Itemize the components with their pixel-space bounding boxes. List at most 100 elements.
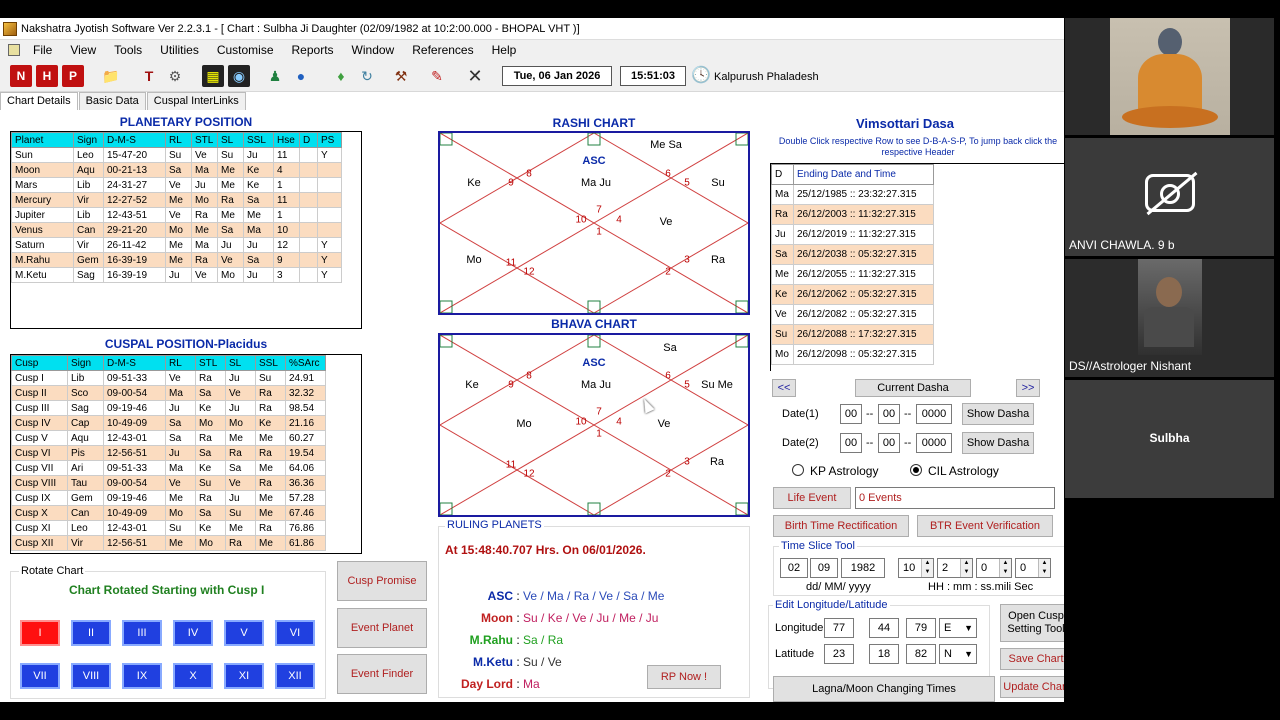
n-icon[interactable]: N <box>10 65 32 87</box>
rotate-cusp-button[interactable]: V <box>224 620 264 646</box>
doc-icon[interactable] <box>8 44 20 56</box>
lat-min-input[interactable]: 18 <box>869 644 899 664</box>
chart-planet-label[interactable]: Ma Ju <box>581 177 611 189</box>
btr-verify-button[interactable]: BTR Event Verification <box>917 515 1053 537</box>
ts-year-input[interactable]: 1982 <box>841 558 885 578</box>
column-header[interactable]: STL <box>191 132 218 148</box>
date1-mm-input[interactable]: 00 <box>878 404 900 424</box>
folder-icon[interactable]: 📁 <box>100 65 122 87</box>
grid-icon[interactable]: ▦ <box>202 65 224 87</box>
cusp-row[interactable]: Cusp II Sco 09-00-54 Ma Sa Ve Ra 32.32 <box>11 385 326 401</box>
chart-planet-label[interactable]: Ma Ju <box>581 379 611 391</box>
lon-dir-select[interactable]: E ▼ <box>939 618 977 638</box>
event-planet-button[interactable]: Event Planet <box>337 608 427 648</box>
column-header[interactable]: %SArc <box>285 355 326 371</box>
column-header[interactable]: Ending Date and Time <box>793 164 934 185</box>
planet-row[interactable]: Mars Lib 24-31-27 Ve Ju Me Ke 1 <box>11 177 342 193</box>
column-header[interactable]: D <box>299 132 318 148</box>
close-icon[interactable]: ✕ <box>464 65 486 87</box>
participant-tile-buddha[interactable] <box>1065 18 1274 135</box>
column-header[interactable]: RL <box>165 132 192 148</box>
cil-label[interactable]: CIL Astrology <box>928 464 999 478</box>
lon-min-input[interactable]: 44 <box>869 618 899 638</box>
lagna-moon-button[interactable]: Lagna/Moon Changing Times <box>773 676 995 702</box>
event-finder-button[interactable]: Event Finder <box>337 654 427 694</box>
dasa-prev-button[interactable]: << <box>772 379 796 397</box>
date1-dd-input[interactable]: 00 <box>840 404 862 424</box>
planet-row[interactable]: M.Rahu Gem 16-39-19 Me Ra Ve Sa 9 Y <box>11 252 342 268</box>
chart-planet-label[interactable]: Su <box>711 177 724 189</box>
menu-utilities[interactable]: Utilities <box>151 43 208 57</box>
column-header[interactable]: D-M-S <box>103 355 166 371</box>
ts-min-spinner[interactable]: 2 ▲ ▼ <box>937 558 973 578</box>
rotate-cusp-button[interactable]: XI <box>224 663 264 689</box>
show-dasha-2-button[interactable]: Show Dasha <box>962 432 1034 454</box>
lat-sec-input[interactable]: 82 <box>906 644 936 664</box>
column-header[interactable]: RL <box>165 355 196 371</box>
life-event-button[interactable]: Life Event <box>773 487 851 509</box>
lat-deg-input[interactable]: 23 <box>824 644 854 664</box>
menu-customise[interactable]: Customise <box>208 43 283 57</box>
dasa-row[interactable]: Ju 26/12/2019 :: 11:32:27.315 <box>771 224 934 245</box>
planet-row[interactable]: Moon Aqu 00-21-13 Sa Ma Me Ke 4 <box>11 162 342 178</box>
planet-row[interactable]: M.Ketu Sag 16-39-19 Ju Ve Mo Ju 3 Y <box>11 267 342 283</box>
ts-month-input[interactable]: 09 <box>810 558 838 578</box>
spinner-arrows-icon[interactable]: ▲ ▼ <box>999 559 1011 577</box>
tools-icon[interactable]: ⚒ <box>390 65 412 87</box>
chart-planet-label[interactable]: Ke <box>465 379 478 391</box>
dasa-row[interactable]: Su 26/12/2088 :: 17:32:27.315 <box>771 324 934 345</box>
spinner-arrows-icon[interactable]: ▲ ▼ <box>1038 559 1050 577</box>
cil-radio[interactable] <box>910 464 922 476</box>
column-header[interactable]: SL <box>225 355 256 371</box>
h-icon[interactable]: H <box>36 65 58 87</box>
participant-tile-nishant[interactable]: DS//Astrologer Nishant <box>1065 259 1274 377</box>
cusp-row[interactable]: Cusp VI Pis 12-56-51 Ju Sa Ra Ra 19.54 <box>11 445 326 461</box>
date2-dd-input[interactable]: 00 <box>840 433 862 453</box>
dasa-row[interactable]: Ve 26/12/2082 :: 05:32:27.315 <box>771 304 934 325</box>
menu-tools[interactable]: Tools <box>105 43 151 57</box>
dasa-row[interactable]: Ke 26/12/2062 :: 05:32:27.315 <box>771 284 934 305</box>
column-header[interactable]: SSL <box>243 132 274 148</box>
ts-day-input[interactable]: 02 <box>780 558 808 578</box>
participant-tile-anvi[interactable]: ANVI CHAWLA. 9 b <box>1065 138 1274 256</box>
kp-radio[interactable] <box>792 464 804 476</box>
column-header[interactable]: Hse <box>273 132 300 148</box>
column-header[interactable]: STL <box>195 355 226 371</box>
ts-ms-spinner[interactable]: 0 ▲ ▼ <box>1015 558 1051 578</box>
chart-planet-label[interactable]: Sa <box>663 342 676 354</box>
rotate-cusp-button[interactable]: II <box>71 620 111 646</box>
column-header[interactable]: Sign <box>67 355 104 371</box>
cusp-row[interactable]: Cusp V Aqu 12-43-01 Sa Ra Me Me 60.27 <box>11 430 326 446</box>
column-header[interactable]: SL <box>217 132 244 148</box>
cusp-row[interactable]: Cusp III Sag 09-19-46 Ju Ke Ju Ra 98.54 <box>11 400 326 416</box>
column-header[interactable]: D <box>771 164 794 185</box>
clock-icon[interactable]: 🕓 <box>690 65 712 87</box>
dasa-row[interactable]: Me 26/12/2055 :: 11:32:27.315 <box>771 264 934 285</box>
puzzle-icon[interactable]: ♦ <box>330 65 352 87</box>
kp-label[interactable]: KP Astrology <box>810 464 878 478</box>
refresh-icon[interactable]: ↻ <box>356 65 378 87</box>
save-chart-button[interactable]: Save Chart <box>1000 648 1064 670</box>
cusp-row[interactable]: Cusp I Lib 09-51-33 Ve Ra Ju Su 24.91 <box>11 370 326 386</box>
spinner-arrows-icon[interactable]: ▲ ▼ <box>921 559 933 577</box>
chart-planet-label[interactable]: Ra <box>710 456 724 468</box>
menu-file[interactable]: File <box>24 43 61 57</box>
current-dasha-button[interactable]: Current Dasha <box>855 379 971 397</box>
chart-planet-label[interactable]: Me Sa <box>650 139 682 151</box>
menu-window[interactable]: Window <box>343 43 404 57</box>
column-header[interactable]: Cusp <box>11 355 68 371</box>
dasa-row[interactable]: Sa 26/12/2038 :: 05:32:27.315 <box>771 244 934 265</box>
planet-row[interactable]: Venus Can 29-21-20 Mo Me Sa Ma 10 <box>11 222 342 238</box>
rotate-cusp-button[interactable]: I <box>20 620 60 646</box>
people-icon[interactable]: ♟ <box>264 65 286 87</box>
cusp-promise-button[interactable]: Cusp Promise <box>337 561 427 601</box>
rp-now-button[interactable]: RP Now ! <box>647 665 721 689</box>
date1-yyyy-input[interactable]: 0000 <box>916 404 952 424</box>
chart-planet-label[interactable]: Ra <box>711 254 725 266</box>
chart-planet-label[interactable]: Mo <box>516 418 531 430</box>
menu-view[interactable]: View <box>61 43 105 57</box>
ts-sec-spinner[interactable]: 0 ▲ ▼ <box>976 558 1012 578</box>
chart-planet-label[interactable]: Ve <box>660 216 673 228</box>
rotate-cusp-button[interactable]: X <box>173 663 213 689</box>
column-header[interactable]: Planet <box>11 132 74 148</box>
